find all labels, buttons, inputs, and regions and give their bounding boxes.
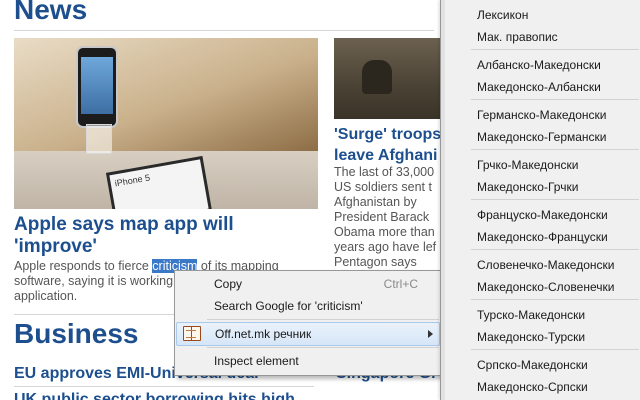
article-photo-iphone[interactable]: iPhone 5	[14, 38, 318, 209]
article-summary-surge: The last of 33,000 US soldiers sent t Af…	[334, 165, 436, 270]
submenu-separator	[471, 349, 639, 350]
menu-item-label: Copy	[214, 277, 243, 291]
summary-line: President Barack	[334, 210, 430, 224]
submenu-item-orthography[interactable]: Мак. правопис	[477, 30, 558, 44]
submenu-item-macedonian-french[interactable]: Македонско-Француски	[477, 230, 608, 244]
headline-line: 'improve'	[14, 236, 97, 257]
article-headline-surge[interactable]: 'Surge' troops leave Afghani	[334, 124, 441, 166]
soldier-silhouette	[362, 60, 392, 94]
menu-item-search-google[interactable]: Search Google for 'criticism'	[176, 295, 440, 317]
dictionary-submenu: Лексикон Мак. правопис Албанско-Македонс…	[440, 0, 640, 400]
submenu-item-macedonian-german[interactable]: Македонско-Германски	[477, 130, 607, 144]
menu-item-dictionary[interactable]: Off.net.mk речник	[176, 322, 440, 346]
summary-line: years ago have lef	[334, 240, 437, 254]
menu-item-shortcut: Ctrl+C	[383, 277, 418, 291]
menu-separator	[207, 347, 439, 348]
summary-line: US soldiers sent t	[334, 180, 432, 194]
summary-text: software, saying it is working	[14, 274, 174, 288]
section-title-business: Business	[14, 318, 139, 349]
context-menu: Copy Ctrl+C Search Google for 'criticism…	[174, 270, 442, 376]
submenu-item-lexicon[interactable]: Лексикон	[477, 8, 528, 22]
headline-line: 'Surge' troops	[334, 126, 442, 143]
submenu-item-macedonian-slovenian[interactable]: Македонско-Словенечки	[477, 280, 614, 294]
summary-line: Afghanistan by	[334, 195, 417, 209]
submenu-separator	[471, 99, 639, 100]
submenu-item-french-macedonian[interactable]: Француско-Македонски	[477, 208, 608, 222]
photo-caption: iPhone 5	[113, 172, 151, 189]
section-divider-news	[14, 30, 434, 31]
article-divider	[14, 386, 314, 387]
menu-item-label: Inspect element	[214, 354, 299, 368]
submenu-item-albanian-macedonian[interactable]: Албанско-Македонски	[477, 58, 601, 72]
menu-item-copy[interactable]: Copy Ctrl+C	[176, 273, 440, 295]
submenu-item-german-macedonian[interactable]: Германско-Македонски	[477, 108, 607, 122]
summary-line: Obama more than	[334, 225, 435, 239]
submenu-separator	[471, 199, 639, 200]
summary-line: The last of 33,000	[334, 165, 435, 179]
article-photo-soldiers[interactable]	[334, 38, 444, 119]
article-headline-uk-borrowing[interactable]: UK public sector borrowing hits high	[14, 390, 295, 400]
article-headline-apple[interactable]: Apple says map app will 'improve'	[14, 214, 314, 258]
submenu-separator	[471, 249, 639, 250]
phone-screen	[81, 57, 113, 114]
summary-line: Pentagon says	[334, 255, 417, 269]
submenu-arrow-icon	[428, 330, 433, 338]
headline-line: leave Afghani	[334, 147, 438, 164]
submenu-item-serbian-macedonian[interactable]: Српско-Македонски	[477, 358, 588, 372]
submenu-item-macedonian-greek[interactable]: Македонско-Грчки	[477, 180, 578, 194]
section-title-news: News	[14, 0, 88, 25]
submenu-separator	[471, 149, 639, 150]
submenu-item-macedonian-albanian[interactable]: Македонско-Албански	[477, 80, 601, 94]
menu-item-label: Search Google for 'criticism'	[214, 299, 363, 313]
submenu-item-macedonian-turkish[interactable]: Македонско-Турски	[477, 330, 585, 344]
submenu-separator	[471, 49, 639, 50]
menu-item-label: Off.net.mk речник	[215, 327, 312, 341]
phone-stand	[86, 124, 112, 154]
submenu-separator	[471, 299, 639, 300]
submenu-item-macedonian-serbian[interactable]: Македонско-Српски	[477, 380, 588, 394]
summary-text: application.	[14, 289, 78, 303]
submenu-item-turkish-macedonian[interactable]: Турско-Македонски	[477, 308, 585, 322]
submenu-item-greek-macedonian[interactable]: Грчко-Македонски	[477, 158, 578, 172]
submenu-gutter	[441, 0, 445, 400]
phone-illustration	[76, 46, 118, 128]
summary-text: Apple responds to fierce	[14, 259, 153, 273]
menu-separator	[207, 319, 439, 320]
book-icon	[183, 326, 201, 341]
submenu-item-slovenian-macedonian[interactable]: Словенечко-Македонски	[477, 258, 614, 272]
headline-line: Apple says map app will	[14, 214, 234, 235]
menu-item-inspect-element[interactable]: Inspect element	[176, 350, 440, 372]
